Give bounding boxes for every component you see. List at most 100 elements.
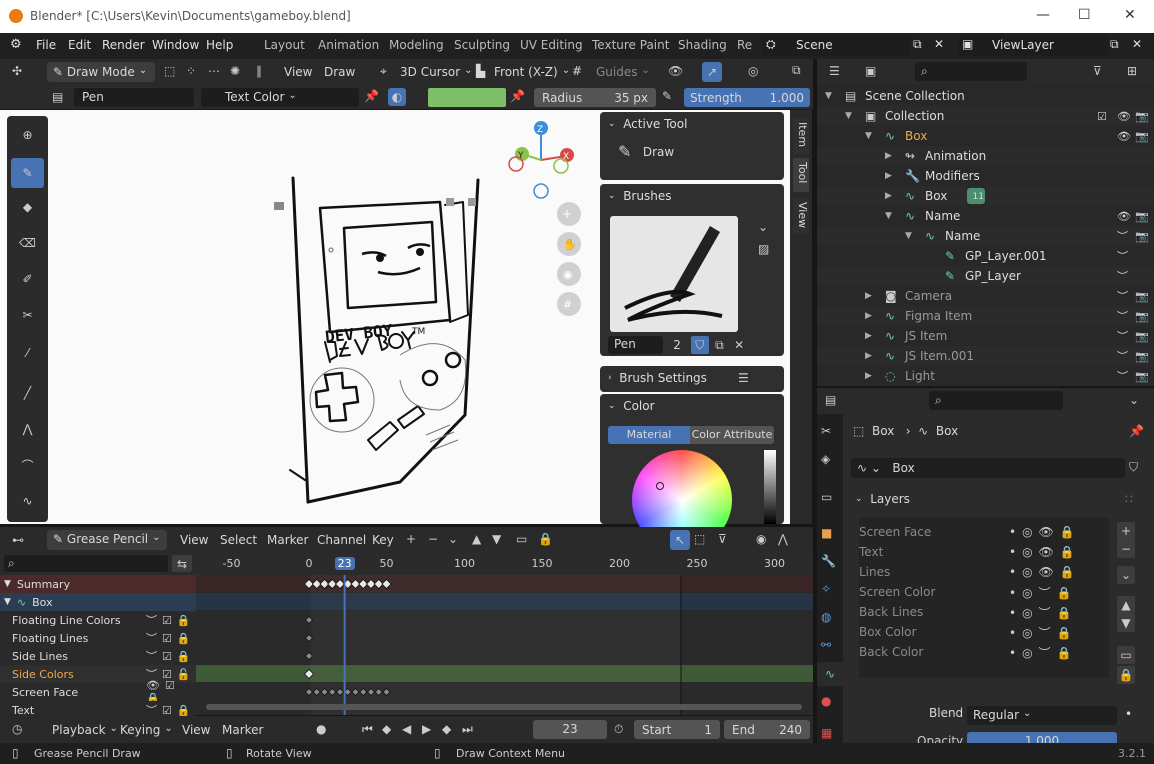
physics-tab-icon[interactable]: ◍ — [821, 610, 831, 624]
outliner-row[interactable]: ▼ ∿ Name 👁 📷 — [817, 206, 1154, 226]
visibility-eye-icon[interactable]: 👁 — [1117, 210, 1131, 223]
layer-row[interactable]: Screen Face •◎👁🔒 — [859, 522, 1089, 542]
expand-arrow-icon[interactable]: ▶ — [885, 191, 892, 201]
dopesheet-ruler[interactable]: ⌕ ⇆ -50 0 23 50 100 150 200 250 300 — [0, 553, 813, 575]
duplicate-brush-icon[interactable]: ⧉ — [711, 338, 729, 353]
brush-list-chevron-icon[interactable]: ⌄ — [758, 220, 768, 234]
expand-arrow-icon[interactable]: ▼ — [4, 579, 11, 589]
mode-dropdown[interactable]: ✎ Draw Mode — [47, 62, 155, 82]
menu-render[interactable]: Render — [102, 38, 145, 52]
guides-dropdown[interactable]: Guides — [596, 65, 650, 79]
navigation-gizmo[interactable]: Z X Y — [508, 121, 574, 199]
layer-down-icon[interactable]: ▼ — [492, 532, 501, 546]
channel-search-input[interactable] — [4, 555, 168, 572]
outliner-row[interactable]: ✎ GP_Layer ︶ — [817, 266, 1154, 286]
expand-arrow-icon[interactable]: ▼ — [825, 91, 832, 101]
jump-prev-keyframe-icon[interactable]: ◆ — [382, 722, 391, 736]
camera-render-icon[interactable]: 📷 — [1135, 110, 1149, 123]
data-block-selector[interactable]: ∿ ⌄ Box — [851, 458, 1125, 478]
tab-color-attribute[interactable]: Color Attribute — [690, 426, 774, 444]
brush-data-name[interactable]: Pen — [608, 336, 664, 354]
new-layer-icon[interactable]: + — [406, 532, 416, 546]
polyline-tool-icon[interactable]: ⋀ — [11, 414, 44, 444]
select-box-icon[interactable]: ⬚ — [164, 64, 175, 78]
multiframe-icon[interactable]: ∥ — [256, 64, 262, 78]
expand-arrow-icon[interactable]: ▼ — [885, 211, 892, 221]
brush-preview-thumbnail[interactable] — [610, 216, 738, 332]
checkbox-icon[interactable]: ☑ — [1097, 110, 1107, 123]
stopwatch-icon[interactable]: ⏱ — [614, 722, 623, 737]
expand-arrow-icon[interactable]: ▶ — [885, 171, 892, 181]
visibility-hide-icon[interactable]: ︶ — [1117, 268, 1128, 284]
dopesheet-view-menu[interactable]: View — [180, 533, 208, 547]
minimize-icon[interactable]: — — [1036, 7, 1050, 23]
channel-row[interactable]: Floating Lines ︶☑🔒 — [0, 629, 196, 647]
auto-keying-icon[interactable]: ● — [316, 722, 326, 736]
isolate-layer-icon[interactable]: ▭ — [516, 532, 527, 546]
channel-row[interactable]: Screen Face 👁☑🔒 — [0, 679, 196, 705]
playback-menu[interactable]: Playback — [52, 723, 118, 737]
timeline-view-menu[interactable]: View — [182, 723, 210, 737]
lock-icon[interactable]: 🔒 — [538, 532, 553, 546]
outliner-row[interactable]: ✎ GP_Layer.001 ︶ — [817, 246, 1154, 266]
scene-copy-icon[interactable]: ⧉ — [913, 37, 922, 52]
pressure-icon[interactable]: ✎ — [662, 89, 672, 103]
menu-help[interactable]: Help — [206, 38, 233, 52]
expand-arrow-icon[interactable]: ▶ — [865, 311, 872, 321]
effects-tab-icon[interactable]: ✧ — [821, 582, 831, 596]
keyframe-dot-icon[interactable]: • — [1125, 707, 1132, 721]
visibility-hide-icon[interactable]: ︶ — [1117, 328, 1128, 344]
expand-arrow-icon[interactable]: ▼ — [905, 231, 912, 241]
outliner-row[interactable]: ▶ ∿ JS Item.001 ︶ 📷 — [817, 346, 1154, 366]
layer-toggle-icons[interactable]: •◎︶🔒 — [1009, 604, 1078, 621]
layer-toggle-icons[interactable]: •◎︶🔒 — [1009, 624, 1078, 641]
render-tab-icon[interactable]: ◈ — [821, 452, 830, 466]
properties-search-input[interactable] — [929, 391, 1063, 410]
overlay-icon[interactable]: ◎ — [748, 64, 758, 78]
expand-arrow-icon[interactable]: ▶ — [865, 351, 872, 361]
tab-modeling[interactable]: Modeling — [389, 38, 444, 52]
visibility-hide-icon[interactable]: ︶ — [1117, 368, 1128, 384]
visibility-eye-icon[interactable]: 👁 — [1117, 110, 1131, 123]
visibility-hide-icon[interactable]: ︶ — [1117, 248, 1128, 264]
camera-render-icon[interactable]: 📷 — [1135, 130, 1149, 143]
timeline-marker-menu[interactable]: Marker — [222, 723, 263, 737]
radius-slider[interactable]: Radius 35 px — [534, 88, 656, 107]
tab-sculpting[interactable]: Sculpting — [454, 38, 510, 52]
filter-icon[interactable]: ⊽ — [1093, 64, 1102, 78]
outliner-row[interactable]: ▼ ▤ Scene Collection — [817, 86, 1154, 106]
dopesheet-mode-dropdown[interactable]: ✎ Grease Pencil — [47, 530, 167, 550]
dopesheet-select-menu[interactable]: Select — [220, 533, 257, 547]
properties-editor-type-icon[interactable]: ▤ — [825, 393, 836, 407]
isolate-layer-icon[interactable]: ▭ — [1117, 646, 1135, 664]
outliner-row[interactable]: ▶ ↬ Animation — [817, 146, 1154, 166]
value-slider[interactable] — [764, 450, 776, 524]
editor-type-icon[interactable]: ✣ — [12, 64, 22, 78]
texture-tab-icon[interactable]: ▦ — [821, 726, 832, 740]
tab-layout[interactable]: Layout — [264, 38, 305, 52]
camera-render-icon[interactable]: 📷 — [1135, 310, 1149, 323]
tab-view[interactable]: View — [793, 198, 809, 234]
expand-arrow-icon[interactable]: ▼ — [865, 131, 872, 141]
menu-file[interactable]: File — [36, 38, 56, 52]
expand-arrow-icon[interactable]: ▶ — [885, 151, 892, 161]
swap-filter-icon[interactable]: ⇆ — [172, 555, 192, 572]
layer-toggle-icons[interactable]: •◎👁🔒 — [1009, 565, 1081, 579]
remove-layer-icon[interactable]: − — [1117, 540, 1135, 558]
dopesheet-marker-menu[interactable]: Marker — [267, 533, 308, 547]
tab-texture-paint[interactable]: Texture Paint — [592, 38, 669, 52]
falloff-curve-icon[interactable]: ⋀ — [778, 532, 788, 546]
eyedropper-tool-icon[interactable]: ⁄ — [11, 338, 44, 368]
brush-name-field[interactable]: Pen — [74, 88, 194, 107]
layer-up-icon[interactable]: ▲ — [472, 532, 481, 546]
channel-row[interactable]: Side Lines ︶☑🔒 — [0, 647, 196, 665]
brush-image-icon[interactable]: ▨ — [758, 242, 769, 256]
camera-render-icon[interactable]: 📷 — [1135, 290, 1149, 303]
fake-user-icon[interactable]: ⛉ — [1129, 460, 1138, 475]
scene-delete-icon[interactable]: ✕ — [934, 37, 944, 51]
tab-shading[interactable]: Shading — [678, 38, 727, 52]
viewlayer-delete-icon[interactable]: ✕ — [1132, 37, 1142, 51]
show-hidden-icon[interactable]: ⬚ — [694, 532, 705, 546]
current-frame-indicator[interactable]: 23 — [334, 557, 355, 570]
tab-uv-editing[interactable]: UV Editing — [520, 38, 583, 52]
